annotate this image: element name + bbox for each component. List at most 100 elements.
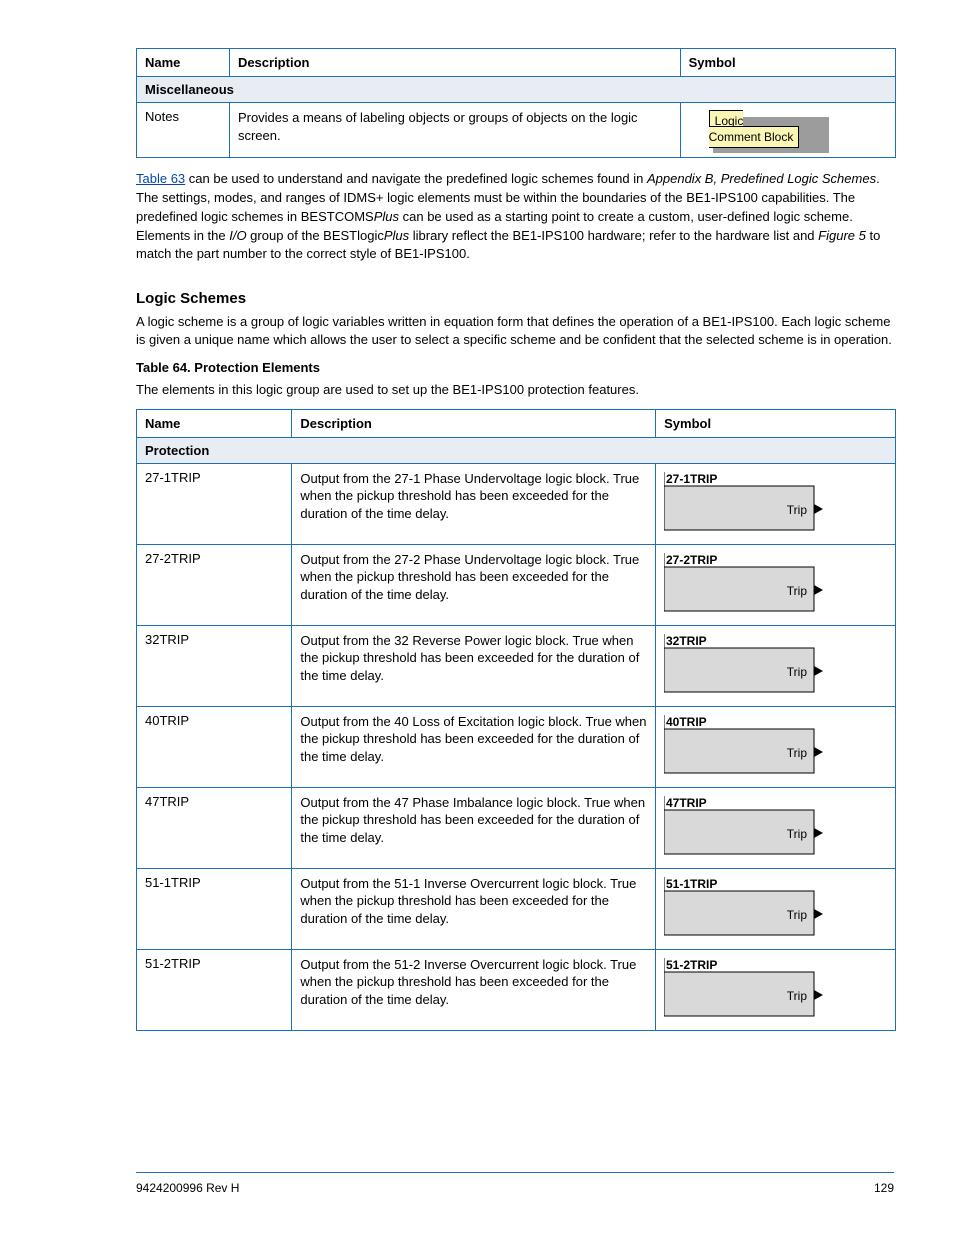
footer: 9424200996 Rev H 129 — [136, 1181, 894, 1195]
trip-block-icon: 51-2TRIP Trip — [664, 958, 829, 1020]
trip-block-icon: 40TRIP Trip — [664, 715, 829, 777]
prot-name-cell: 32TRIP — [137, 625, 292, 706]
label: Notes — [145, 109, 179, 124]
label: Symbol — [689, 55, 736, 70]
trip-block-icon: 32TRIP Trip — [664, 634, 829, 696]
em: Plus — [374, 209, 399, 224]
prot-desc-cell: Output from the 51-1 Inverse Overcurrent… — [292, 868, 656, 949]
prot-symbol-cell: 47TRIP Trip — [656, 787, 896, 868]
trip-block: 51-1TRIP Trip — [664, 877, 887, 939]
table64-caption: Table 64. Protection Elements — [136, 360, 894, 375]
prot-symbol-cell: 27-1TRIP Trip — [656, 463, 896, 544]
prot-header-row: Name Description Symbol — [137, 409, 896, 437]
footer-rule — [136, 1172, 894, 1173]
footer-page-number: 129 — [874, 1181, 894, 1195]
table64-intro: The elements in this logic group are use… — [136, 381, 894, 399]
table-row: 51-2TRIPOutput from the 51-2 Inverse Ove… — [137, 949, 896, 1030]
footer-revision: 9424200996 Rev H — [136, 1181, 239, 1195]
trip-block: 27-1TRIP Trip — [664, 472, 887, 534]
prot-name-cell: 27-1TRIP — [137, 463, 292, 544]
trip-block: 32TRIP Trip — [664, 634, 887, 696]
trip-block: 27-2TRIP Trip — [664, 553, 887, 615]
prot-desc-cell: Output from the 27-1 Phase Undervoltage … — [292, 463, 656, 544]
svg-text:Trip: Trip — [787, 908, 808, 922]
svg-text:27-1TRIP: 27-1TRIP — [666, 472, 717, 486]
note-body-row: Notes Provides a means of labeling objec… — [137, 103, 896, 158]
prot-hdr-desc: Description — [292, 409, 656, 437]
table-row: 40TRIPOutput from the 40 Loss of Excitat… — [137, 706, 896, 787]
em: Figure 5 — [818, 228, 866, 243]
label: Protection — [145, 443, 209, 458]
label: Name — [145, 55, 180, 70]
table-row: 27-1TRIPOutput from the 27-1 Phase Under… — [137, 463, 896, 544]
logic-comment-label: LogicComment Block — [709, 110, 800, 148]
svg-text:Trip: Trip — [787, 827, 808, 841]
table-row: 27-2TRIPOutput from the 27-2 Phase Under… — [137, 544, 896, 625]
svg-text:47TRIP: 47TRIP — [666, 796, 707, 810]
svg-text:27-2TRIP: 27-2TRIP — [666, 553, 717, 567]
note-desc-cell: Provides a means of labeling objects or … — [229, 103, 680, 158]
text: library reflect the BE1-IPS100 hardware;… — [409, 228, 818, 243]
label: Description — [300, 416, 372, 431]
trip-block-icon: 47TRIP Trip — [664, 796, 829, 858]
trip-block: 40TRIP Trip — [664, 715, 887, 777]
prot-hdr-name: Name — [137, 409, 292, 437]
appendix-ref: Appendix B, Predefined Logic Schemes — [647, 171, 876, 186]
trip-block: 47TRIP Trip — [664, 796, 887, 858]
trip-block-icon: 27-2TRIP Trip — [664, 553, 829, 615]
prot-symbol-cell: 51-2TRIP Trip — [656, 949, 896, 1030]
table-row: 47TRIPOutput from the 47 Phase Imbalance… — [137, 787, 896, 868]
svg-text:Trip: Trip — [787, 989, 808, 1003]
note-table-header-row: Name Description Symbol — [137, 49, 896, 77]
svg-text:Trip: Trip — [787, 665, 808, 679]
prot-name-cell: 51-1TRIP — [137, 868, 292, 949]
note-section-row: Miscellaneous — [137, 77, 896, 103]
page-container: Name Description Symbol Miscellaneous No… — [0, 0, 954, 1235]
prot-name-cell: 27-2TRIP — [137, 544, 292, 625]
note-section-cell: Miscellaneous — [137, 77, 896, 103]
svg-text:51-1TRIP: 51-1TRIP — [666, 877, 717, 891]
prot-symbol-cell: 27-2TRIP Trip — [656, 544, 896, 625]
svg-text:Trip: Trip — [787, 503, 808, 517]
prot-symbol-cell: 40TRIP Trip — [656, 706, 896, 787]
note-hdr-desc: Description — [229, 49, 680, 77]
label: Miscellaneous — [145, 82, 234, 97]
label: Symbol — [664, 416, 711, 431]
em: I/O — [229, 228, 246, 243]
svg-text:Trip: Trip — [787, 584, 808, 598]
protection-table: Name Description Symbol Protection 27-1T… — [136, 409, 896, 1031]
trip-block: 51-2TRIP Trip — [664, 958, 887, 1020]
prot-desc-cell: Output from the 51-2 Inverse Overcurrent… — [292, 949, 656, 1030]
prot-name-cell: 47TRIP — [137, 787, 292, 868]
prot-desc-cell: Output from the 32 Reverse Power logic b… — [292, 625, 656, 706]
text: group of the BESTlogic — [247, 228, 384, 243]
svg-text:32TRIP: 32TRIP — [666, 634, 707, 648]
table63-link[interactable]: Table 63 — [136, 171, 185, 186]
trip-block-icon: 27-1TRIP Trip — [664, 472, 829, 534]
logic-schemes-paragraph: A logic scheme is a group of logic varia… — [136, 313, 894, 349]
prot-section-cell: Protection — [137, 437, 896, 463]
svg-text:40TRIP: 40TRIP — [666, 715, 707, 729]
prot-symbol-cell: 32TRIP Trip — [656, 625, 896, 706]
prot-symbol-cell: 51-1TRIP Trip — [656, 868, 896, 949]
note-table: Name Description Symbol Miscellaneous No… — [136, 48, 896, 158]
table-row: 32TRIPOutput from the 32 Reverse Power l… — [137, 625, 896, 706]
logic-comment-block-icon: LogicComment Block — [709, 113, 800, 145]
prot-name-cell: 51-2TRIP — [137, 949, 292, 1030]
label: Description — [238, 55, 310, 70]
logic-schemes-heading: Logic Schemes — [136, 290, 894, 307]
prot-hdr-sym: Symbol — [656, 409, 896, 437]
body-paragraph: Table 63 can be used to understand and n… — [136, 170, 894, 264]
note-hdr-sym: Symbol — [680, 49, 895, 77]
svg-text:Trip: Trip — [787, 746, 808, 760]
prot-section-row: Protection — [137, 437, 896, 463]
em: Plus — [384, 228, 409, 243]
prot-desc-cell: Output from the 27-2 Phase Undervoltage … — [292, 544, 656, 625]
note-symbol-cell: LogicComment Block — [680, 103, 895, 158]
note-hdr-name: Name — [137, 49, 230, 77]
prot-name-cell: 40TRIP — [137, 706, 292, 787]
label: Name — [145, 416, 180, 431]
trip-block-icon: 51-1TRIP Trip — [664, 877, 829, 939]
prot-desc-cell: Output from the 40 Loss of Excitation lo… — [292, 706, 656, 787]
svg-text:51-2TRIP: 51-2TRIP — [666, 958, 717, 972]
